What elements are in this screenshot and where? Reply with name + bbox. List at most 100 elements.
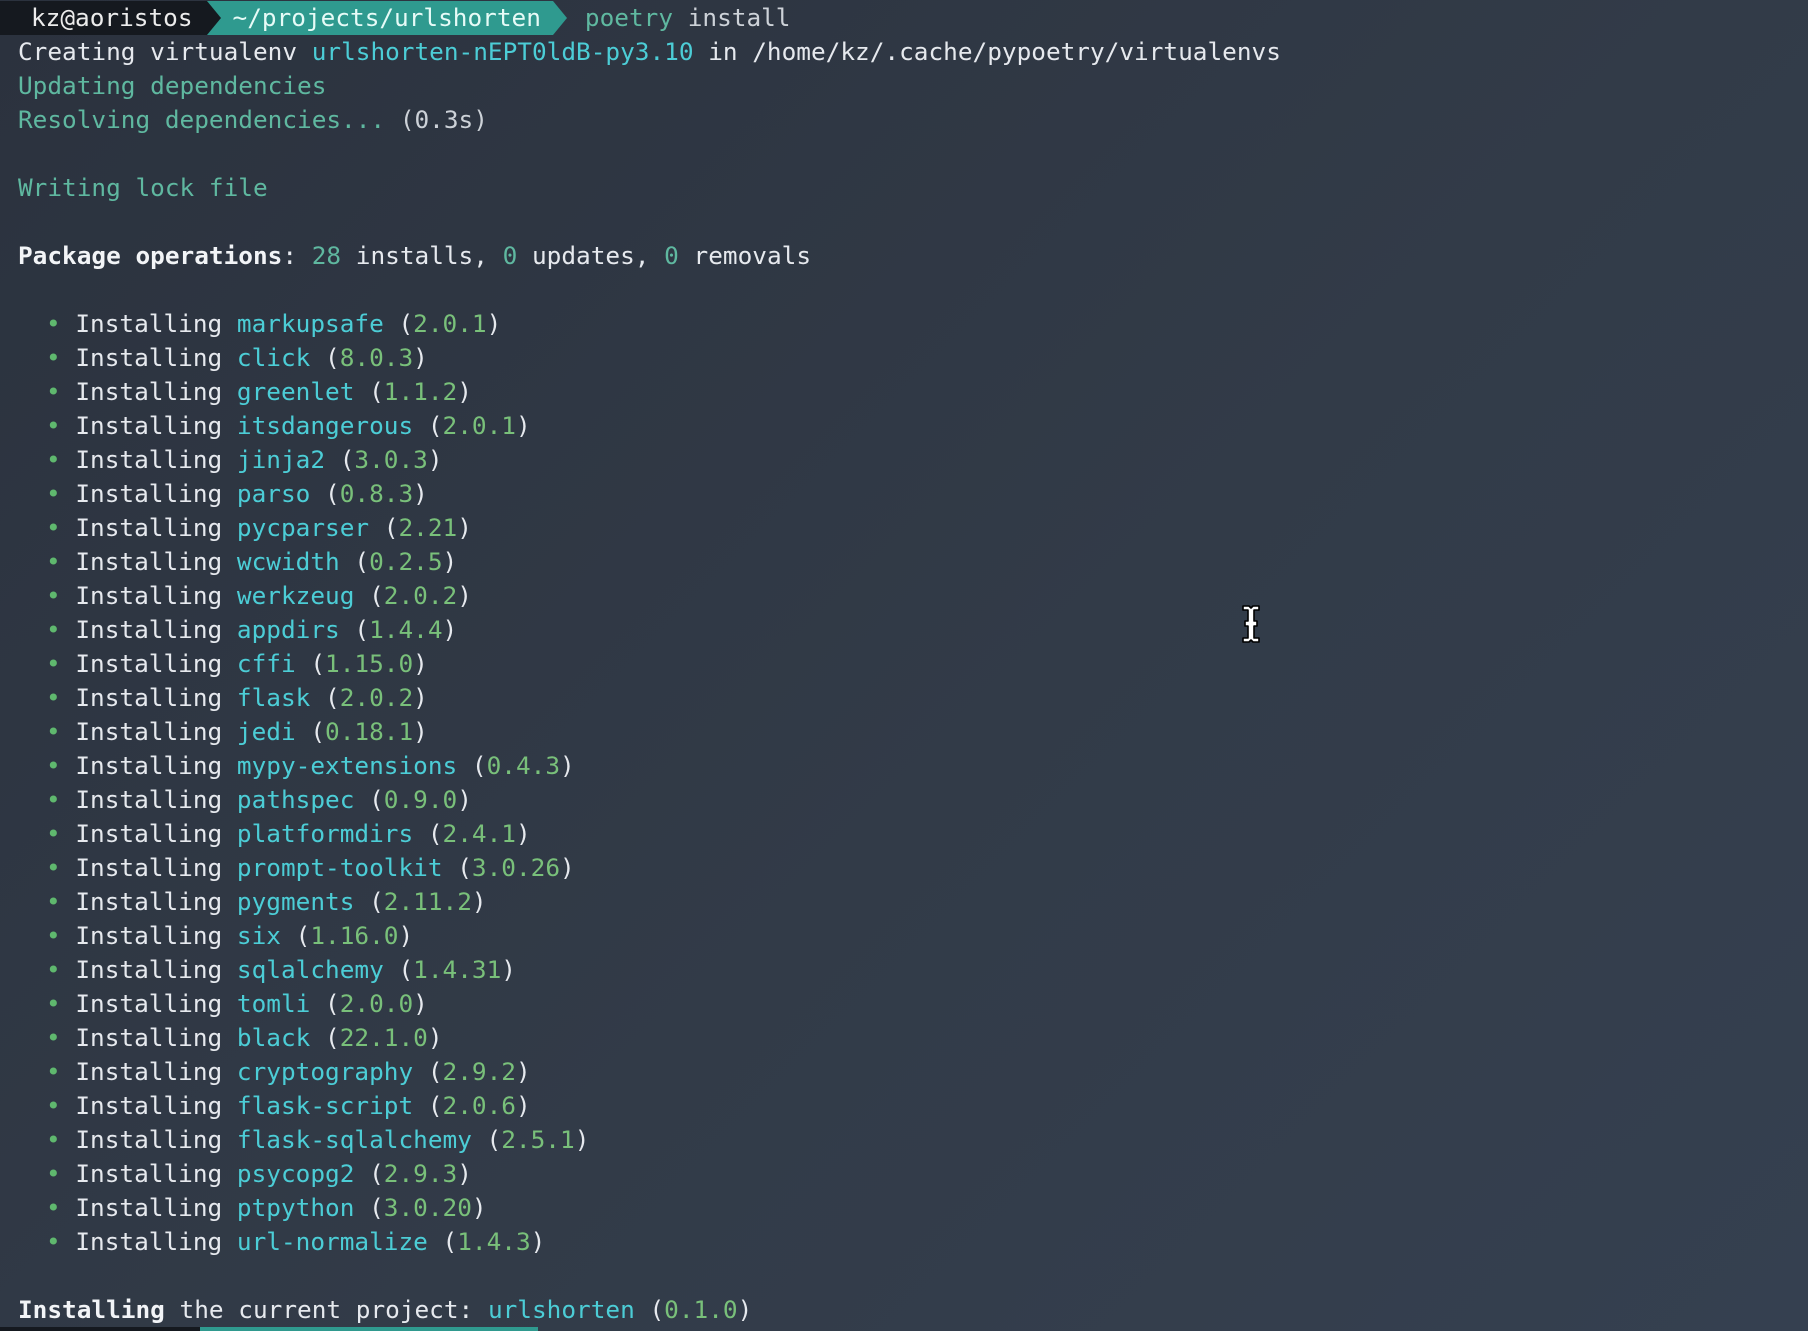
package-install-line: • Installing flask-script (2.0.6) <box>46 1091 531 1120</box>
package-version: 0.2.5 <box>369 547 443 576</box>
package-version: 1.4.3 <box>457 1227 531 1256</box>
install-verb: Installing <box>75 853 223 882</box>
package-version: 0.8.3 <box>339 479 414 508</box>
package-name: flask-sqlalchemy <box>236 1125 472 1154</box>
package-install-line: • Installing mypy-extensions (0.4.3) <box>46 751 575 780</box>
package-name: pathspec <box>236 785 355 814</box>
bullet-icon: • <box>46 989 61 1018</box>
bullet-icon: • <box>46 309 61 338</box>
command-name: poetry <box>584 3 674 32</box>
bullet-icon: • <box>46 717 61 746</box>
package-name: pycparser <box>236 513 370 542</box>
resolving-time: (0.3s) <box>399 105 488 134</box>
install-verb: Installing <box>75 683 223 712</box>
package-name: mypy-extensions <box>236 751 458 780</box>
bullet-icon: • <box>46 887 61 916</box>
prompt-user-host: kz@aoristos <box>0 1 207 35</box>
package-name: pygments <box>236 887 355 916</box>
install-verb: Installing <box>75 615 223 644</box>
package-version: 8.0.3 <box>339 343 414 372</box>
package-install-line: • Installing parso (0.8.3) <box>46 479 428 508</box>
bullet-icon: • <box>46 921 61 950</box>
package-version: 0.4.3 <box>486 751 561 780</box>
next-prompt-edge <box>0 1327 1808 1331</box>
package-version: 2.11.2 <box>383 887 472 916</box>
bullet-icon: • <box>46 955 61 984</box>
package-operations-line: Package operations: 28 installs, 0 updat… <box>18 241 812 270</box>
package-version: 3.0.3 <box>354 445 428 474</box>
current-project-line: Installing the current project: urlshort… <box>18 1295 753 1324</box>
package-install-line: • Installing pycparser (2.21) <box>46 513 472 542</box>
package-name: appdirs <box>236 615 340 644</box>
install-verb: Installing <box>75 717 223 746</box>
package-name: black <box>236 1023 311 1052</box>
package-version: 2.0.1 <box>442 411 516 440</box>
bullet-icon: • <box>46 343 61 372</box>
install-verb: Installing <box>75 547 223 576</box>
package-install-line: • Installing flask (2.0.2) <box>46 683 428 712</box>
package-name: flask <box>236 683 311 712</box>
package-version: 2.0.1 <box>413 309 487 338</box>
prompt-working-directory: ~/projects/urlshorten <box>220 1 553 35</box>
venv-line: Creating virtualenv urlshorten-nEPT0ldB-… <box>18 37 1281 66</box>
install-verb: Installing <box>75 1091 223 1120</box>
package-name: wcwidth <box>236 547 340 576</box>
package-version: 2.9.3 <box>383 1159 458 1188</box>
package-install-line: • Installing prompt-toolkit (3.0.26) <box>46 853 575 882</box>
package-version: 3.0.20 <box>383 1193 472 1222</box>
package-version: 2.0.2 <box>383 581 458 610</box>
package-name: tomli <box>236 989 311 1018</box>
shell-prompt: kz@aoristos ~/projects/urlshorten poetry… <box>0 1 791 35</box>
package-version: 2.4.1 <box>442 819 516 848</box>
terminal-window[interactable]: kz@aoristos ~/projects/urlshorten poetry… <box>0 0 1808 1331</box>
package-install-line: • Installing pygments (2.11.2) <box>46 887 487 916</box>
bullet-icon: • <box>46 513 61 542</box>
package-install-line: • Installing click (8.0.3) <box>46 343 428 372</box>
install-verb: Installing <box>75 411 223 440</box>
install-verb: Installing <box>75 1227 223 1256</box>
venv-location: /home/kz/.cache/pypoetry/virtualenvs <box>752 37 1281 66</box>
package-install-line: • Installing jinja2 (3.0.3) <box>46 445 443 474</box>
install-verb: Installing <box>75 377 223 406</box>
package-version: 2.0.0 <box>339 989 414 1018</box>
package-version: 2.9.2 <box>442 1057 516 1086</box>
bullet-icon: • <box>46 819 61 848</box>
package-install-line: • Installing six (1.16.0) <box>46 921 414 950</box>
package-name: markupsafe <box>236 309 384 338</box>
bullet-icon: • <box>46 785 61 814</box>
package-install-line: • Installing itsdangerous (2.0.1) <box>46 411 531 440</box>
bullet-icon: • <box>46 547 61 576</box>
install-verb: Installing <box>75 1125 223 1154</box>
install-verb: Installing <box>75 1193 223 1222</box>
package-version: 2.21 <box>398 513 458 542</box>
install-verb: Installing <box>75 309 223 338</box>
bullet-icon: • <box>46 683 61 712</box>
package-name: greenlet <box>236 377 355 406</box>
bullet-icon: • <box>46 581 61 610</box>
package-install-line: • Installing wcwidth (0.2.5) <box>46 547 458 576</box>
package-version: 1.16.0 <box>310 921 399 950</box>
venv-name: urlshorten-nEPT0ldB-py3.10 <box>311 37 694 66</box>
bullet-icon: • <box>46 1091 61 1120</box>
package-version: 1.1.2 <box>383 377 458 406</box>
package-name: werkzeug <box>236 581 355 610</box>
writing-lock-file-line: Writing lock file <box>18 173 268 202</box>
install-verb: Installing <box>75 819 223 848</box>
updates-count: 0 <box>502 241 518 270</box>
package-name: psycopg2 <box>236 1159 355 1188</box>
bullet-icon: • <box>46 1023 61 1052</box>
package-install-line: • Installing appdirs (1.4.4) <box>46 615 458 644</box>
package-version: 2.5.1 <box>501 1125 575 1154</box>
project-version: 0.1.0 <box>664 1295 738 1324</box>
bullet-icon: • <box>46 1125 61 1154</box>
install-verb: Installing <box>75 581 223 610</box>
command-args: install <box>687 3 791 32</box>
resolving-dependencies-line: Resolving dependencies... (0.3s) <box>18 105 488 134</box>
install-verb: Installing <box>75 751 223 780</box>
package-name: ptpython <box>236 1193 355 1222</box>
install-verb: Installing <box>75 1023 223 1052</box>
install-verb: Installing <box>75 785 223 814</box>
package-install-line: • Installing flask-sqlalchemy (2.5.1) <box>46 1125 590 1154</box>
package-name: platformdirs <box>236 819 414 848</box>
install-verb: Installing <box>75 445 223 474</box>
